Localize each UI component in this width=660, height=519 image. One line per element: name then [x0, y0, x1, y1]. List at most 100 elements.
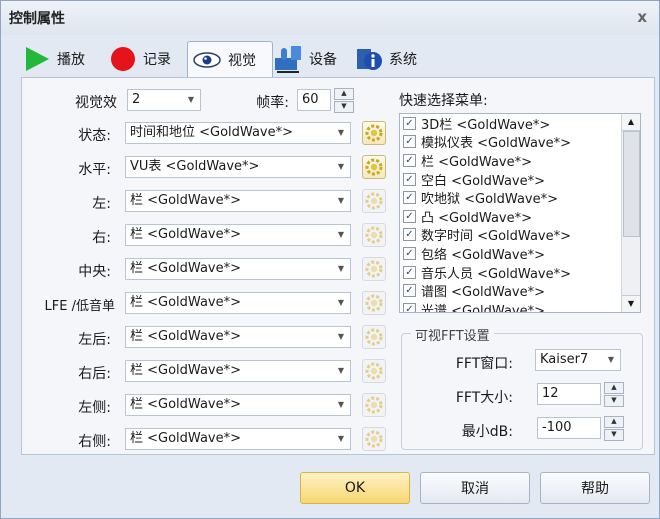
- checkbox-checked-icon[interactable]: ✓: [403, 172, 416, 186]
- rear-right-select[interactable]: 栏 <GoldWave*> ▼: [125, 360, 351, 382]
- status-settings-button[interactable]: [362, 121, 386, 145]
- list-item[interactable]: ✓ 空白 <GoldWave*>: [400, 170, 640, 189]
- level-select[interactable]: VU表 <GoldWave*> ▼: [125, 156, 351, 178]
- list-item[interactable]: ✓ 栏 <GoldWave*>: [400, 151, 640, 170]
- checkbox-checked-icon[interactable]: ✓: [403, 153, 416, 167]
- side-left-settings-button[interactable]: [362, 393, 386, 417]
- tab-device-label: 设备: [309, 52, 337, 68]
- side-right-select[interactable]: 栏 <GoldWave*> ▼: [125, 428, 351, 450]
- framerate-label: 帧率:: [256, 95, 289, 111]
- scroll-up-icon[interactable]: ▲: [622, 114, 640, 131]
- tab-device[interactable]: 设备: [273, 41, 337, 77]
- list-item-label: 模拟仪表 <GoldWave*>: [421, 136, 571, 152]
- right-select[interactable]: 栏 <GoldWave*> ▼: [125, 224, 351, 246]
- framerate-input[interactable]: 60: [297, 89, 331, 111]
- row-label-side-right: 右侧:: [78, 434, 111, 450]
- list-scrollbar[interactable]: ▲ ▼: [621, 114, 640, 312]
- list-item[interactable]: ✓ 吹地狱 <GoldWave*>: [400, 188, 640, 207]
- system-info-icon: [357, 49, 382, 70]
- lfe-settings-button[interactable]: [362, 291, 386, 315]
- list-item-label: 数字时间 <GoldWave*>: [421, 229, 571, 245]
- left-select[interactable]: 栏 <GoldWave*> ▼: [125, 190, 351, 212]
- close-button[interactable]: x: [637, 8, 647, 26]
- spin-down-icon[interactable]: ▼: [334, 101, 354, 113]
- level-settings-button[interactable]: [362, 155, 386, 179]
- center-value: 栏 <GoldWave*>: [130, 261, 241, 276]
- visual-effect-label: 视觉效: [75, 95, 117, 111]
- play-icon: [26, 47, 49, 71]
- fft-size-value: 12: [542, 386, 559, 401]
- fft-window-value: Kaiser7: [540, 352, 589, 367]
- fft-window-label: FFT窗口:: [455, 356, 513, 372]
- tab-record[interactable]: 记录: [109, 41, 171, 77]
- chevron-down-icon: ▼: [337, 400, 344, 409]
- framerate-value: 60: [302, 92, 319, 107]
- center-select[interactable]: 栏 <GoldWave*> ▼: [125, 258, 351, 280]
- list-item[interactable]: ✓ 凸 <GoldWave*>: [400, 207, 640, 226]
- left-settings-button[interactable]: [362, 189, 386, 213]
- checkbox-checked-icon[interactable]: ✓: [403, 191, 416, 205]
- framerate-spinner[interactable]: ▲ ▼: [334, 88, 354, 113]
- status-select[interactable]: 时间和地位 <GoldWave*> ▼: [125, 122, 351, 144]
- tab-system-label: 系统: [389, 52, 417, 68]
- spin-up-icon[interactable]: ▲: [604, 416, 624, 428]
- min-db-input[interactable]: -100: [537, 417, 601, 439]
- help-button[interactable]: 帮助: [540, 472, 650, 504]
- status-value: 时间和地位 <GoldWave*>: [130, 125, 293, 140]
- row-label-lfe: LFE /低音单: [44, 299, 115, 314]
- right-value: 栏 <GoldWave*>: [130, 227, 241, 242]
- checkbox-checked-icon[interactable]: ✓: [403, 116, 416, 130]
- tab-visual[interactable]: 视觉: [187, 41, 273, 78]
- visual-effect-select[interactable]: 2 ▼: [127, 89, 201, 111]
- checkbox-checked-icon[interactable]: ✓: [403, 135, 416, 149]
- checkbox-checked-icon[interactable]: ✓: [403, 228, 416, 242]
- lfe-value: 栏 <GoldWave*>: [130, 295, 241, 310]
- center-settings-button[interactable]: [362, 257, 386, 281]
- scroll-thumb[interactable]: [623, 131, 640, 237]
- record-icon: [111, 47, 135, 71]
- row-label-rear-right: 右后:: [78, 366, 111, 382]
- spin-down-icon[interactable]: ▼: [604, 395, 624, 407]
- chevron-down-icon: ▼: [337, 196, 344, 205]
- scroll-down-icon[interactable]: ▼: [622, 295, 640, 312]
- list-item[interactable]: ✓ 包络 <GoldWave*>: [400, 244, 640, 263]
- lfe-select[interactable]: 栏 <GoldWave*> ▼: [125, 292, 351, 314]
- list-item[interactable]: ✓ 数字时间 <GoldWave*>: [400, 226, 640, 245]
- checkbox-checked-icon[interactable]: ✓: [403, 284, 416, 298]
- checkbox-checked-icon[interactable]: ✓: [403, 209, 416, 223]
- list-item[interactable]: ✓ 谱图 <GoldWave*>: [400, 281, 640, 300]
- eye-icon: [193, 52, 221, 68]
- list-item[interactable]: ✓ 3D栏 <GoldWave*>: [400, 114, 640, 133]
- ok-button[interactable]: OK: [300, 472, 410, 504]
- min-db-spinner[interactable]: ▲ ▼: [604, 416, 624, 441]
- tab-play[interactable]: 播放: [23, 41, 85, 77]
- side-left-select[interactable]: 栏 <GoldWave*> ▼: [125, 394, 351, 416]
- checkbox-checked-icon[interactable]: ✓: [403, 265, 416, 279]
- fft-size-spinner[interactable]: ▲ ▼: [604, 382, 624, 407]
- tab-system[interactable]: 系统: [355, 41, 417, 77]
- list-item[interactable]: ✓ 光谱 <GoldWave*>: [400, 300, 640, 312]
- spin-up-icon[interactable]: ▲: [334, 88, 354, 100]
- side-right-settings-button[interactable]: [362, 427, 386, 451]
- row-label-left: 左:: [92, 196, 111, 212]
- list-item[interactable]: ✓ 音乐人员 <GoldWave*>: [400, 263, 640, 282]
- checkbox-checked-icon[interactable]: ✓: [403, 302, 416, 312]
- tab-visual-label: 视觉: [228, 53, 256, 69]
- rear-left-select[interactable]: 栏 <GoldWave*> ▼: [125, 326, 351, 348]
- chevron-down-icon: ▼: [337, 230, 344, 239]
- spin-up-icon[interactable]: ▲: [604, 382, 624, 394]
- dialog-window: 控制属性 x 播放 记录 视觉 设备 系统 视觉效 2 ▼ 帧率: 60 ▲ ▼…: [0, 0, 660, 519]
- rear-right-settings-button[interactable]: [362, 359, 386, 383]
- gear-icon: [365, 192, 383, 210]
- cancel-button[interactable]: 取消: [420, 472, 530, 504]
- checkbox-checked-icon[interactable]: ✓: [403, 246, 416, 260]
- quick-menu-list[interactable]: ✓ 3D栏 <GoldWave*> ✓ 模拟仪表 <GoldWave*> ✓ 栏 <G…: [399, 113, 641, 313]
- rear-left-settings-button[interactable]: [362, 325, 386, 349]
- min-db-value: -100: [542, 420, 572, 435]
- gear-icon: [365, 430, 383, 448]
- fft-size-input[interactable]: 12: [537, 383, 601, 405]
- right-settings-button[interactable]: [362, 223, 386, 247]
- spin-down-icon[interactable]: ▼: [604, 429, 624, 441]
- fft-window-select[interactable]: Kaiser7 ▼: [535, 349, 621, 371]
- list-item[interactable]: ✓ 模拟仪表 <GoldWave*>: [400, 133, 640, 152]
